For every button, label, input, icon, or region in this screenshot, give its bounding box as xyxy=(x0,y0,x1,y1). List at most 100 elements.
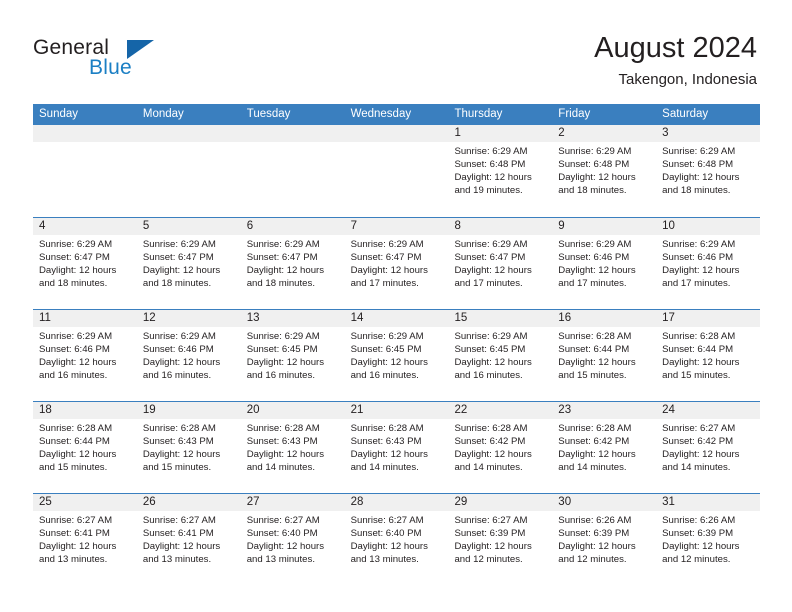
day-details: Sunrise: 6:29 AM Sunset: 6:46 PM Daylight:… xyxy=(552,235,656,291)
logo-text-blue: Blue xyxy=(89,56,132,79)
calendar-day-cell[interactable]: 31 Sunrise: 6:26 AM Sunset: 6:39 PM Dayligh… xyxy=(656,494,761,585)
day-detail-line: Sunrise: 6:28 AM xyxy=(246,423,320,434)
calendar-day-cell[interactable]: 17 Sunrise: 6:28 AM Sunset: 6:44 PM Dayligh… xyxy=(656,310,761,401)
calendar-day-cell[interactable]: 23 Sunrise: 6:28 AM Sunset: 6:42 PM Dayligh… xyxy=(552,402,657,493)
day-detail-line: and 16 minutes. xyxy=(39,369,108,381)
day-detail-line: Daylight: 12 hours xyxy=(558,171,636,183)
day-number: 6 xyxy=(240,218,345,235)
calendar-day-cell[interactable]: 30 Sunrise: 6:26 AM Sunset: 6:39 PM Dayligh… xyxy=(552,494,657,585)
day-details: Sunrise: 6:26 AM Sunset: 6:39 PM Daylight:… xyxy=(552,511,656,567)
calendar-day-cell[interactable]: 4 Sunrise: 6:29 AM Sunset: 6:47 PM Daylight… xyxy=(33,218,137,309)
calendar-page: General Blue August 2024 Takengon, Indon… xyxy=(0,0,792,612)
calendar-day-cell[interactable]: 24 Sunrise: 6:27 AM Sunset: 6:42 PM Dayligh… xyxy=(656,402,761,493)
calendar-grid: Sunday Monday Tuesday Wednesday Thursday Frid… xyxy=(33,104,761,585)
day-details: Sunrise: 6:28 AM Sunset: 6:42 PM Daylight:… xyxy=(448,419,552,475)
day-detail-line: Sunset: 6:45 PM xyxy=(454,343,526,355)
calendar-day-cell[interactable]: 27 Sunrise: 6:27 AM Sunset: 6:40 PM Dayligh… xyxy=(240,494,345,585)
calendar-day-cell[interactable]: 25 Sunrise: 6:27 AM Sunset: 6:41 PM Dayligh… xyxy=(33,494,137,585)
day-number: 10 xyxy=(656,218,761,235)
day-detail-line: Sunrise: 6:29 AM xyxy=(246,331,320,342)
day-detail-line: Daylight: 12 hours xyxy=(662,171,740,183)
calendar-day-cell[interactable]: 19 Sunrise: 6:28 AM Sunset: 6:43 PM Dayligh… xyxy=(136,402,241,493)
day-detail-line: and 13 minutes. xyxy=(39,553,108,565)
calendar-day-cell[interactable]: 21 Sunrise: 6:28 AM Sunset: 6:43 PM Dayligh… xyxy=(344,402,449,493)
day-details: Sunrise: 6:29 AM Sunset: 6:46 PM Daylight:… xyxy=(656,235,760,291)
day-detail-line: and 18 minutes. xyxy=(142,277,212,289)
day-detail-line: Daylight: 12 hours xyxy=(142,540,221,552)
day-detail-line: Sunrise: 6:29 AM xyxy=(662,146,736,157)
day-detail-line: and 13 minutes. xyxy=(246,553,315,565)
day-detail-line: Sunset: 6:41 PM xyxy=(39,527,110,539)
title-block: August 2024 Takengon, Indonesia xyxy=(594,30,757,91)
day-detail-line: and 14 minutes. xyxy=(350,461,419,473)
day-detail-line: Daylight: 12 hours xyxy=(662,448,740,460)
day-details: Sunrise: 6:27 AM Sunset: 6:39 PM Daylight:… xyxy=(448,511,552,567)
day-detail-line: Daylight: 12 hours xyxy=(662,264,740,276)
calendar-day-cell-empty xyxy=(344,125,449,217)
calendar-day-cell[interactable]: 5 Sunrise: 6:29 AM Sunset: 6:47 PM Daylight… xyxy=(136,218,241,309)
calendar-weeks: 1 Sunrise: 6:29 AM Sunset: 6:48 PM Daylight… xyxy=(33,125,761,585)
day-detail-line: Daylight: 12 hours xyxy=(246,264,325,276)
calendar-day-cell[interactable]: 20 Sunrise: 6:28 AM Sunset: 6:43 PM Dayligh… xyxy=(240,402,345,493)
calendar-day-cell[interactable]: 2 Sunrise: 6:29 AM Sunset: 6:48 PM Daylight… xyxy=(552,125,657,217)
calendar-day-cell[interactable]: 18 Sunrise: 6:28 AM Sunset: 6:44 PM Dayligh… xyxy=(33,402,137,493)
calendar-day-cell[interactable]: 16 Sunrise: 6:28 AM Sunset: 6:44 PM Dayligh… xyxy=(552,310,657,401)
day-details: Sunrise: 6:29 AM Sunset: 6:46 PM Daylight:… xyxy=(137,327,241,383)
day-detail-line: Sunrise: 6:28 AM xyxy=(662,331,736,342)
calendar-day-cell[interactable]: 13 Sunrise: 6:29 AM Sunset: 6:45 PM Dayligh… xyxy=(240,310,345,401)
day-detail-line: Sunset: 6:44 PM xyxy=(39,435,110,447)
calendar-day-cell[interactable]: 29 Sunrise: 6:27 AM Sunset: 6:39 PM Dayligh… xyxy=(448,494,553,585)
day-number: 27 xyxy=(240,494,345,511)
day-detail-line: and 15 minutes. xyxy=(558,369,627,381)
day-details: Sunrise: 6:29 AM Sunset: 6:48 PM Daylight:… xyxy=(552,142,656,198)
day-detail-line: Sunset: 6:41 PM xyxy=(142,527,214,539)
day-detail-line: Sunset: 6:47 PM xyxy=(39,251,110,263)
day-number: 31 xyxy=(656,494,761,511)
day-detail-line: and 12 minutes. xyxy=(662,553,731,565)
calendar-day-cell[interactable]: 15 Sunrise: 6:29 AM Sunset: 6:45 PM Dayligh… xyxy=(448,310,553,401)
brand-logo[interactable]: General Blue xyxy=(33,36,213,84)
weekday-header-sunday: Sunday xyxy=(39,108,79,120)
day-detail-line: Sunset: 6:46 PM xyxy=(662,251,734,263)
day-detail-line: Sunset: 6:39 PM xyxy=(454,527,526,539)
day-detail-line: Sunrise: 6:29 AM xyxy=(350,331,424,342)
day-detail-line: Daylight: 12 hours xyxy=(350,356,428,368)
weekday-header-row: Sunday Monday Tuesday Wednesday Thursday Frid… xyxy=(33,104,760,125)
day-detail-line: Sunrise: 6:27 AM xyxy=(142,515,216,526)
day-detail-line: Daylight: 12 hours xyxy=(558,356,636,368)
calendar-day-cell[interactable]: 7 Sunrise: 6:29 AM Sunset: 6:47 PM Daylight… xyxy=(344,218,449,309)
calendar-day-cell[interactable]: 12 Sunrise: 6:29 AM Sunset: 6:46 PM Dayligh… xyxy=(136,310,241,401)
day-number: 9 xyxy=(552,218,657,235)
day-detail-line: Sunset: 6:45 PM xyxy=(350,343,422,355)
calendar-day-cell[interactable]: 14 Sunrise: 6:29 AM Sunset: 6:45 PM Dayligh… xyxy=(344,310,449,401)
day-details: Sunrise: 6:27 AM Sunset: 6:40 PM Daylight:… xyxy=(345,511,449,567)
day-detail-line: Daylight: 12 hours xyxy=(246,448,325,460)
calendar-day-cell[interactable]: 1 Sunrise: 6:29 AM Sunset: 6:48 PM Daylight… xyxy=(448,125,553,217)
calendar-day-cell[interactable]: 28 Sunrise: 6:27 AM Sunset: 6:40 PM Dayligh… xyxy=(344,494,449,585)
day-detail-line: Sunset: 6:42 PM xyxy=(662,435,734,447)
day-detail-line: Sunrise: 6:29 AM xyxy=(350,239,424,250)
calendar-day-cell[interactable]: 3 Sunrise: 6:29 AM Sunset: 6:48 PM Daylight… xyxy=(656,125,761,217)
day-detail-line: Sunrise: 6:29 AM xyxy=(246,239,320,250)
calendar-day-cell[interactable]: 10 Sunrise: 6:29 AM Sunset: 6:46 PM Dayligh… xyxy=(656,218,761,309)
weekday-header-saturday: Saturday xyxy=(662,108,709,120)
calendar-day-cell[interactable]: 26 Sunrise: 6:27 AM Sunset: 6:41 PM Dayligh… xyxy=(136,494,241,585)
calendar-day-cell[interactable]: 9 Sunrise: 6:29 AM Sunset: 6:46 PM Daylight… xyxy=(552,218,657,309)
day-details: Sunrise: 6:29 AM Sunset: 6:47 PM Daylight:… xyxy=(345,235,449,291)
day-detail-line: Daylight: 12 hours xyxy=(39,264,117,276)
day-number: 30 xyxy=(552,494,657,511)
day-detail-line: Sunset: 6:42 PM xyxy=(454,435,526,447)
day-detail-line: and 18 minutes. xyxy=(246,277,315,289)
day-detail-line: and 16 minutes. xyxy=(350,369,419,381)
day-number: 21 xyxy=(344,402,449,419)
calendar-day-cell[interactable]: 11 Sunrise: 6:29 AM Sunset: 6:46 PM Dayligh… xyxy=(33,310,137,401)
day-details: Sunrise: 6:29 AM Sunset: 6:47 PM Daylight:… xyxy=(448,235,552,291)
day-detail-line: and 14 minutes. xyxy=(246,461,315,473)
weekday-header-monday: Monday xyxy=(142,108,184,120)
day-detail-line: Sunrise: 6:28 AM xyxy=(558,331,632,342)
day-detail-line: Sunrise: 6:28 AM xyxy=(454,423,528,434)
day-detail-line: Sunrise: 6:27 AM xyxy=(662,423,736,434)
calendar-day-cell[interactable]: 6 Sunrise: 6:29 AM Sunset: 6:47 PM Daylight… xyxy=(240,218,345,309)
calendar-day-cell[interactable]: 22 Sunrise: 6:28 AM Sunset: 6:42 PM Dayligh… xyxy=(448,402,553,493)
calendar-day-cell[interactable]: 8 Sunrise: 6:29 AM Sunset: 6:47 PM Daylight… xyxy=(448,218,553,309)
